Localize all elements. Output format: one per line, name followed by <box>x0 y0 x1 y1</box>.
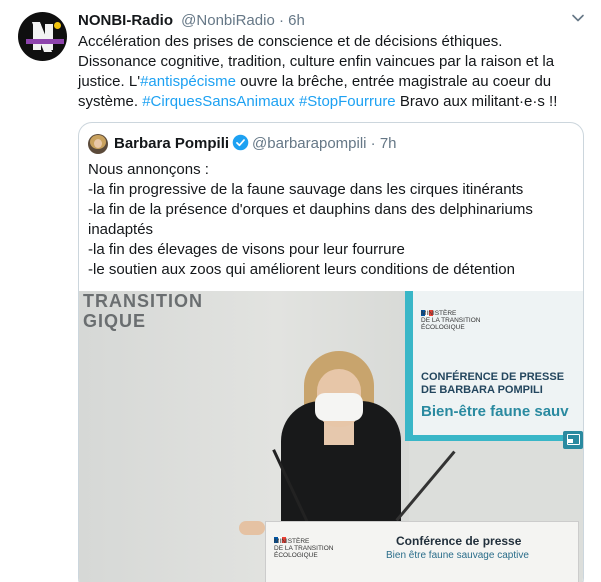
header-separator: · <box>278 12 284 29</box>
screen-ministry-label: MINISTÈRE DE LA TRANSITION ÉCOLOGIQUE <box>421 310 481 331</box>
quoted-author-avatar[interactable] <box>88 134 108 154</box>
quoted-line: Nous annonçons : <box>88 161 209 178</box>
tweet-time[interactable]: 6h <box>288 12 305 29</box>
quoted-tweet-text: Nous annonçons : -la fin progressive de … <box>88 160 578 280</box>
ministry-flag-icon <box>421 303 435 316</box>
quoted-line: -la fin progressive de la faune sauvage … <box>88 181 524 198</box>
screen-title: Bien-être faune sauv <box>421 403 569 420</box>
speaker-hand <box>239 521 265 535</box>
quoted-tweet-time[interactable]: 7h <box>380 135 397 152</box>
hashtag-antispecisme[interactable]: #antispécisme <box>140 73 236 90</box>
quoted-header-separator: · <box>370 135 376 152</box>
quoted-tweet-header: Barbara Pompili @barbarapompili · 7h <box>114 133 397 155</box>
chevron-down-icon[interactable] <box>571 11 585 25</box>
screen-slide: MINISTÈRE DE LA TRANSITION ÉCOLOGIQUE CO… <box>413 291 583 435</box>
quoted-author-handle[interactable]: @barbarapompili <box>252 135 366 152</box>
verified-badge-icon <box>232 134 249 151</box>
presentation-screen: MINISTÈRE DE LA TRANSITION ÉCOLOGIQUE CO… <box>405 291 583 449</box>
quoted-line: -la fin de la présence d'orques et dauph… <box>88 201 533 218</box>
tweet-text: Accélération des prises de conscience et… <box>78 32 584 112</box>
lectern-flag-icon <box>274 530 288 543</box>
author-name[interactable]: NONBI-Radio <box>78 12 173 29</box>
author-avatar[interactable] <box>18 12 67 61</box>
lectern: MINISTÈRE DE LA TRANSITION ÉCOLOGIQUE Co… <box>265 521 579 582</box>
tweet-header: NONBI-Radio @NonbiRadio · 6h <box>78 11 305 31</box>
quoted-author-name[interactable]: Barbara Pompili <box>114 135 229 152</box>
screen-conference-label: CONFÉRENCE DE PRESSE DE BARBARA POMPILI <box>421 371 565 396</box>
lectern-subtitle: Bien être faune sauvage captive <box>386 550 529 561</box>
picture-in-picture-icon[interactable] <box>563 431 583 449</box>
hashtag-stop-fourrure[interactable]: #StopFourrure <box>299 93 396 110</box>
tweet[interactable]: NONBI-Radio @NonbiRadio · 6h Accélératio… <box>0 0 601 582</box>
wall-sign-line-2: GIQUE <box>83 311 147 331</box>
quoted-line: inadaptés <box>88 221 154 238</box>
wall-sign-line-1: TRANSITION <box>83 291 203 311</box>
author-handle[interactable]: @NonbiRadio <box>181 12 275 29</box>
hashtag-cirques-sans-animaux[interactable]: #CirquesSansAnimaux <box>142 93 295 110</box>
lectern-logo: MINISTÈRE DE LA TRANSITION ÉCOLOGIQUE <box>274 530 333 559</box>
speaker-mask <box>315 393 363 421</box>
quoted-line: -la fin des élevages de visons pour leur… <box>88 241 405 258</box>
quoted-line: -le soutien aux zoos qui améliorent leur… <box>88 261 515 278</box>
lectern-title: Conférence de presse <box>396 534 522 548</box>
lectern-ministry-label: MINISTÈRE DE LA TRANSITION ÉCOLOGIQUE <box>274 538 334 559</box>
quoted-tweet[interactable]: Barbara Pompili @barbarapompili · 7h Nou… <box>78 122 584 582</box>
quoted-video[interactable]: TRANSITION GIQUE MINISTÈRE DE LA TRANSIT… <box>79 291 583 582</box>
wall-sign-text: TRANSITION GIQUE <box>83 291 203 331</box>
tweet-text-part: Bravo aux militant·e·s !! <box>395 93 558 110</box>
